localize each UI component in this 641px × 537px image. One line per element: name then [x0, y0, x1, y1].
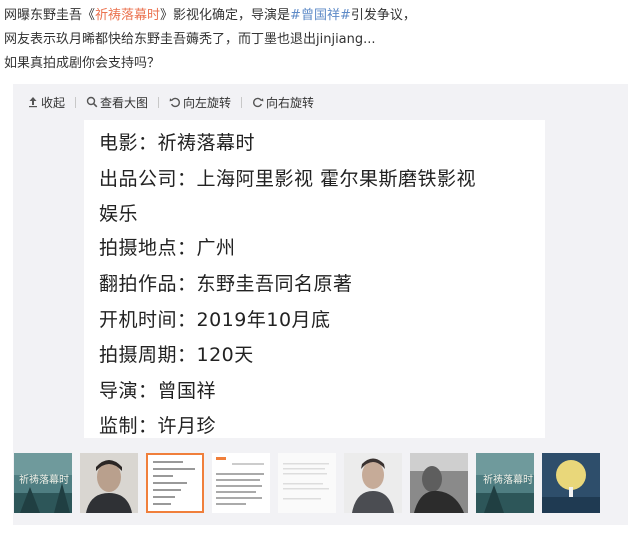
collapse-button[interactable]: 收起	[25, 94, 67, 111]
spec-row: 出品公司：上海阿里影视 霍尔果斯磨铁影视	[99, 168, 477, 190]
post-line-3: 如果真拍成剧你会支持吗？	[4, 56, 161, 71]
viewer-toolbar: 收起 查看大图 向左旋转 向右旋转	[25, 93, 316, 111]
portrait-thumbnail	[344, 453, 402, 513]
thumbnail-title: 祈祷落幕时	[483, 473, 533, 486]
post-text-segment: 网曝东野圭吾《	[4, 8, 96, 23]
thumbnail-active[interactable]	[146, 453, 204, 513]
spec-row: 导演：曾国祥	[99, 380, 217, 402]
movie-poster-thumbnail: 祈祷落幕时	[14, 453, 72, 513]
thumbnail-title: 祈祷落幕时	[19, 473, 69, 486]
rotate-right-label: 向右旋转	[266, 95, 315, 110]
rotate-left-label: 向左旋转	[183, 95, 232, 110]
main-image[interactable]: 电影：祈祷落幕时 出品公司：上海阿里影视 霍尔果斯磨铁影视 娱乐 拍摄地点：广州…	[84, 120, 545, 438]
thumbnail[interactable]: 祈祷落幕时	[476, 453, 534, 513]
text-thumbnail	[212, 453, 270, 513]
thumbnail[interactable]: 祈祷落幕时	[14, 453, 72, 513]
rotate-left-icon	[169, 96, 181, 108]
post-text-segment: 》影视化确定，导演是	[160, 8, 291, 23]
thumbnail[interactable]	[80, 453, 138, 513]
text-thumbnail	[278, 453, 336, 513]
collapse-label: 收起	[41, 95, 66, 110]
movie-poster-thumbnail: 祈祷落幕时	[476, 453, 534, 513]
spec-row: 电影：祈祷落幕时	[99, 132, 256, 154]
post-text-segment: 引发争议，	[350, 8, 416, 23]
portrait-thumbnail	[80, 453, 138, 513]
spec-row: 翻拍作品：东野圭吾同名原著	[99, 273, 353, 295]
view-large-button[interactable]: 查看大图	[84, 94, 150, 111]
toolbar-divider	[241, 96, 243, 108]
rotate-right-button[interactable]: 向右旋转	[250, 94, 316, 111]
post-line-1: 网曝东野圭吾《祈祷落幕时》影视化确定，导演是#曾国祥#引发争议，	[4, 4, 634, 28]
spec-row: 开机时间：2019年10月底	[99, 309, 331, 331]
rotate-left-button[interactable]: 向左旋转	[167, 94, 233, 111]
thumbnail[interactable]	[278, 453, 336, 513]
moon-poster-thumbnail	[542, 453, 600, 513]
text-thumbnail	[148, 455, 202, 511]
thumbnail[interactable]	[212, 453, 270, 513]
view-large-label: 查看大图	[100, 95, 149, 110]
image-viewer: 收起 查看大图 向左旋转 向右旋转 电影：祈祷落幕时 出品公司：上海阿里影视 霍…	[13, 84, 628, 525]
photo-thumbnail	[410, 453, 468, 513]
thumbnail[interactable]	[344, 453, 402, 513]
spec-row: 监制：许月珍	[99, 415, 217, 437]
thumbnail[interactable]	[410, 453, 468, 513]
post-text: 网曝东野圭吾《祈祷落幕时》影视化确定，导演是#曾国祥#引发争议， 网友表示玖月晞…	[4, 4, 634, 76]
rotate-right-icon	[252, 96, 264, 108]
thumbnail[interactable]	[542, 453, 600, 513]
movie-link[interactable]: 祈祷落幕时	[95, 8, 160, 23]
spec-row: 拍摄地点：广州	[99, 237, 236, 259]
thumbnail-strip: 祈祷落幕时 祈祷落幕时	[13, 453, 628, 515]
hashtag-link[interactable]: #曾国祥#	[290, 8, 351, 23]
toolbar-divider	[158, 96, 160, 108]
search-icon	[86, 96, 98, 108]
spec-row: 娱乐	[99, 203, 139, 225]
spec-row: 拍摄周期：120天	[99, 344, 254, 366]
collapse-icon	[27, 96, 39, 108]
toolbar-divider	[75, 96, 77, 108]
post-line-2: 网友表示玖月晞都快给东野圭吾薅秃了，而丁墨也退出jinjiang...	[4, 32, 376, 47]
